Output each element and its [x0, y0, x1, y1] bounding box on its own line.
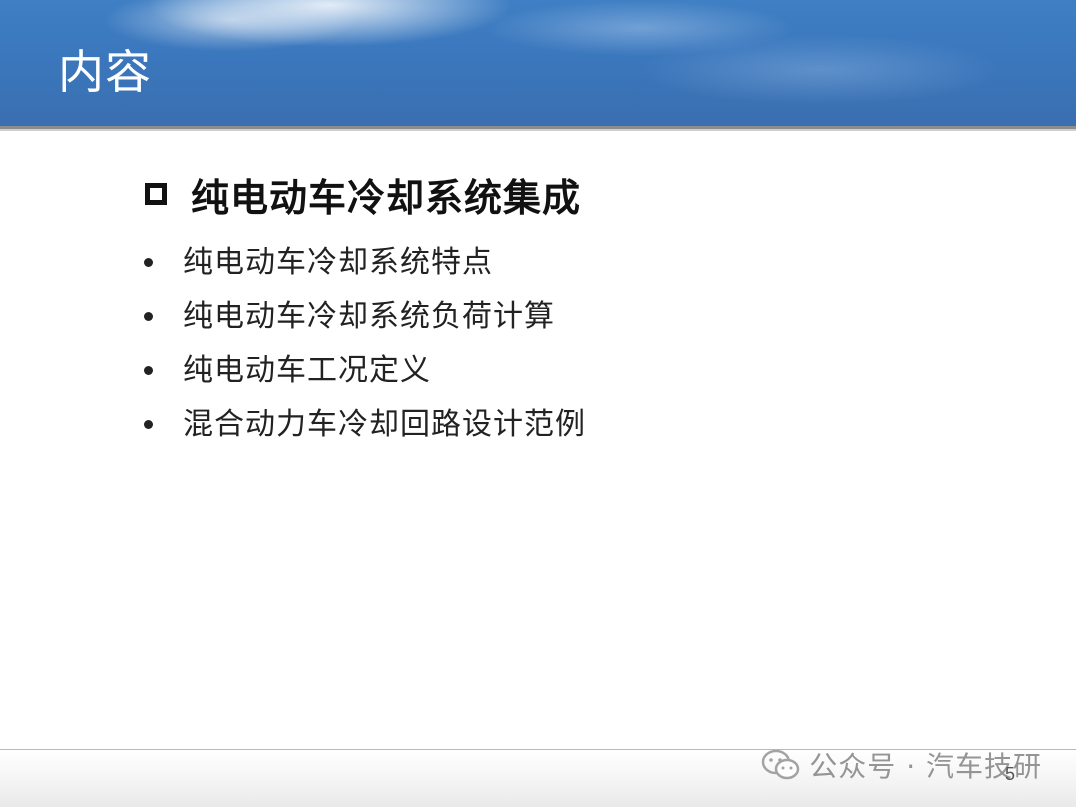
slide: 内容 纯电动车冷却系统集成 纯电动车冷却系统特点 纯电动车冷却系统负荷计算 纯电… [0, 0, 1076, 807]
list-item-text: 混合动力车冷却回路设计范例 [183, 407, 586, 442]
list-item: 纯电动车冷却系统特点 [140, 232, 586, 286]
section-title: 纯电动车冷却系统集成 [191, 174, 582, 220]
list-item: 混合动力车冷却回路设计范例 [140, 394, 586, 448]
header-banner [0, 0, 1076, 126]
wechat-icon [762, 749, 800, 780]
bullet-list: 纯电动车冷却系统特点 纯电动车冷却系统负荷计算 纯电动车工况定义 混合动力车冷却… [140, 232, 586, 448]
header-divider-light [0, 129, 1076, 131]
list-item-text: 纯电动车冷却系统特点 [183, 245, 493, 280]
list-item: 纯电动车工况定义 [140, 340, 586, 394]
bullet-dot-icon [144, 257, 153, 267]
list-item-text: 纯电动车工况定义 [183, 353, 431, 388]
hollow-square-icon [145, 183, 167, 205]
bullet-dot-icon [144, 311, 153, 321]
slide-title: 内容 [58, 45, 152, 99]
bullet-dot-icon [144, 419, 153, 429]
list-item-text: 纯电动车冷却系统负荷计算 [183, 299, 555, 334]
page-number: 5 [1005, 764, 1016, 784]
watermark: 公众号 · 汽车技研 [761, 747, 1042, 783]
section-heading: 纯电动车冷却系统集成 [145, 166, 581, 222]
bullet-dot-icon [144, 365, 153, 375]
list-item: 纯电动车冷却系统负荷计算 [140, 286, 586, 340]
